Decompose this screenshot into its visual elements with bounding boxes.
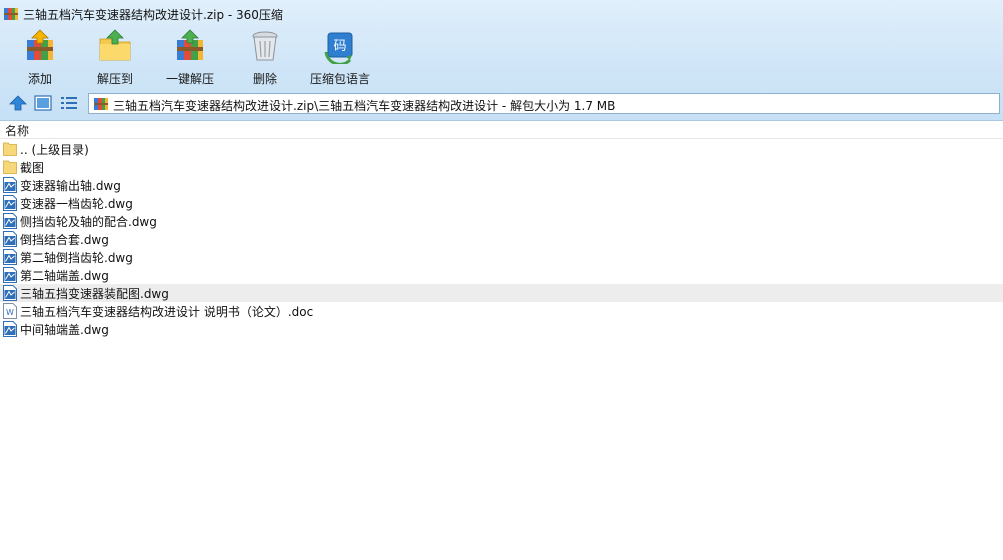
file-name: 第二轴端盖.dwg bbox=[20, 269, 109, 283]
extract-to-button[interactable]: 解压到 bbox=[91, 28, 139, 88]
dwg-file-icon bbox=[3, 249, 17, 265]
one-click-extract-label: 一键解压 bbox=[165, 72, 214, 86]
file-name: 三轴五挡变速器装配图.dwg bbox=[20, 287, 169, 301]
add-archive-icon bbox=[27, 29, 53, 60]
list-item[interactable]: W 三轴五档汽车变速器结构改进设计 说明书（论文）.doc bbox=[0, 302, 1003, 320]
language-code-icon: 码 bbox=[324, 32, 353, 64]
archive-app-icon bbox=[4, 8, 18, 20]
one-click-extract-button[interactable]: 一键解压 bbox=[162, 28, 218, 88]
file-name: 变速器输出轴.dwg bbox=[20, 179, 121, 193]
file-name: 第二轴倒挡齿轮.dwg bbox=[20, 251, 133, 265]
file-name: 倒挡结合套.dwg bbox=[20, 233, 109, 247]
language-icon-glyph: 码 bbox=[333, 39, 346, 54]
name-column-label: 名称 bbox=[5, 124, 30, 138]
name-column-header[interactable]: 名称 bbox=[0, 121, 1003, 139]
list-item[interactable]: 第二轴端盖.dwg bbox=[0, 266, 1003, 284]
trash-can-icon bbox=[252, 31, 278, 61]
list-item[interactable]: 截图 bbox=[0, 158, 1003, 176]
list-item[interactable]: 倒挡结合套.dwg bbox=[0, 230, 1003, 248]
one-click-extract-icon bbox=[177, 29, 203, 60]
title-bar: 三轴五档汽车变速器结构改进设计.zip - 360压缩 bbox=[0, 0, 1003, 28]
dwg-file-icon bbox=[3, 285, 17, 301]
window-title: 三轴五档汽车变速器结构改进设计.zip - 360压缩 bbox=[23, 8, 283, 22]
dwg-file-icon bbox=[3, 195, 17, 211]
file-list: .. (上级目录) 截图变速器输出轴.dwg 变速器一档齿轮.dwg 侧挡齿轮及轴的配… bbox=[0, 140, 1003, 338]
dwg-file-icon bbox=[3, 321, 17, 337]
doc-file-icon: W bbox=[3, 303, 17, 319]
extract-to-label: 解压到 bbox=[96, 72, 133, 86]
list-item[interactable]: 变速器输出轴.dwg bbox=[0, 176, 1003, 194]
path-text: 三轴五档汽车变速器结构改进设计.zip\三轴五档汽车变速器结构改进设计 - 解包… bbox=[113, 99, 616, 113]
extract-folder-icon bbox=[99, 29, 131, 61]
file-name: 侧挡齿轮及轴的配合.dwg bbox=[20, 215, 157, 229]
dwg-file-icon bbox=[3, 177, 17, 193]
file-name: .. (上级目录) bbox=[20, 143, 89, 157]
file-name: 截图 bbox=[20, 161, 45, 175]
archive-language-label: 压缩包语言 bbox=[309, 72, 370, 86]
delete-button[interactable]: 删除 bbox=[242, 28, 288, 88]
dwg-file-icon bbox=[3, 231, 17, 247]
archive-language-button[interactable]: 码 压缩包语言 bbox=[306, 28, 374, 88]
thumbnail-view-icon[interactable] bbox=[34, 95, 52, 111]
file-name: 变速器一档齿轮.dwg bbox=[20, 197, 133, 211]
dwg-file-icon bbox=[3, 267, 17, 283]
file-name: 三轴五档汽车变速器结构改进设计 说明书（论文）.doc bbox=[20, 305, 314, 319]
add-button[interactable]: 添加 bbox=[16, 28, 64, 88]
folder-icon bbox=[3, 141, 17, 157]
svg-text:W: W bbox=[6, 308, 14, 317]
folder-icon bbox=[3, 159, 17, 175]
list-view-icon[interactable] bbox=[60, 95, 78, 111]
zip-archive-icon bbox=[94, 98, 108, 110]
list-item[interactable]: 第二轴倒挡齿轮.dwg bbox=[0, 248, 1003, 266]
list-item[interactable]: 侧挡齿轮及轴的配合.dwg bbox=[0, 212, 1003, 230]
file-name: 中间轴端盖.dwg bbox=[20, 323, 109, 337]
toolbar: 添加 解压到 一键解压 删除 码 压缩包语言 bbox=[0, 28, 1003, 88]
address-bar: 三轴五档汽车变速器结构改进设计.zip\三轴五档汽车变速器结构改进设计 - 解包… bbox=[0, 91, 1003, 116]
window-chrome: 三轴五档汽车变速器结构改进设计.zip - 360压缩 添加 解压到 一键解压 … bbox=[0, 0, 1003, 121]
up-arrow-icon[interactable] bbox=[9, 95, 27, 111]
list-item[interactable]: 中间轴端盖.dwg bbox=[0, 320, 1003, 338]
dwg-file-icon bbox=[3, 213, 17, 229]
list-item[interactable]: .. (上级目录) bbox=[0, 140, 1003, 158]
list-item[interactable]: 三轴五挡变速器装配图.dwg bbox=[0, 284, 1003, 302]
delete-label: 删除 bbox=[252, 72, 277, 86]
add-label: 添加 bbox=[27, 72, 52, 86]
path-field[interactable]: 三轴五档汽车变速器结构改进设计.zip\三轴五档汽车变速器结构改进设计 - 解包… bbox=[88, 93, 1000, 114]
list-item[interactable]: 变速器一档齿轮.dwg bbox=[0, 194, 1003, 212]
